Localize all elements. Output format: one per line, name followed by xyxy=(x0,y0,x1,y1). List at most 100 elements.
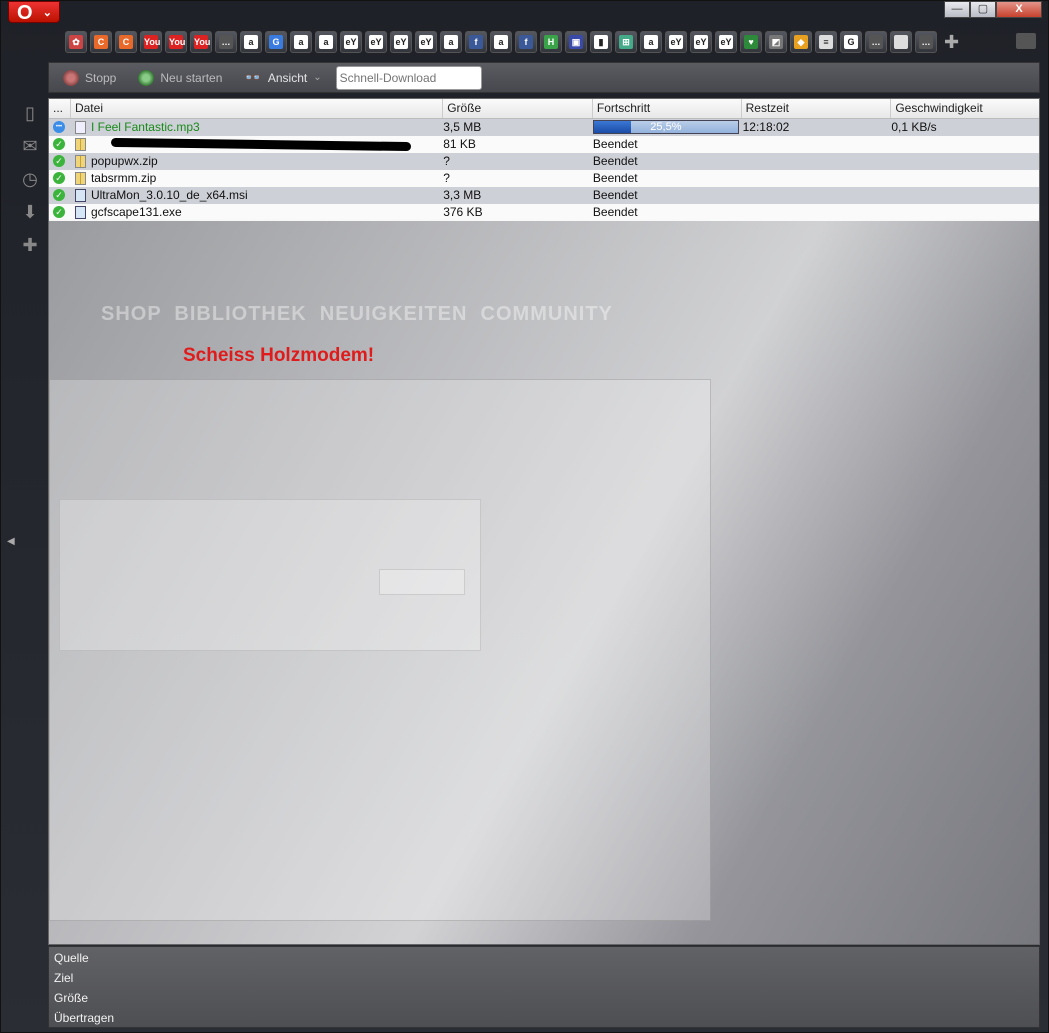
g-icon[interactable]: G xyxy=(265,31,287,53)
details-source: Quelle xyxy=(54,951,89,965)
add-bookmark-icon[interactable]: ✚ xyxy=(944,31,959,55)
amazon-icon-3[interactable]: a xyxy=(315,31,337,53)
size-cell: ? xyxy=(443,154,450,168)
download-row[interactable]: ✓ tabsrmm.zip? Beendet xyxy=(49,170,1039,187)
chevron-down-icon: ⌄ xyxy=(42,7,52,19)
done-check-icon: ✓ xyxy=(53,189,65,201)
stripes-icon[interactable]: ≡ xyxy=(815,31,837,53)
bookmark-glyph: a xyxy=(294,35,308,49)
bookmark-glyph: ▮ xyxy=(594,35,608,49)
ebay-icon-7[interactable]: eY xyxy=(715,31,737,53)
opera-menu-button[interactable]: O ⌄ xyxy=(8,1,60,24)
stop-label: Stopp xyxy=(85,70,117,85)
col-header-progress[interactable]: Fortschritt xyxy=(593,99,742,118)
more-icon-2[interactable]: … xyxy=(865,31,887,53)
opera-logo: O xyxy=(17,2,33,24)
amazon-icon-1[interactable]: a xyxy=(240,31,262,53)
download-row[interactable]: ✓ 81 KB Beendet xyxy=(49,136,1039,153)
bookmarks-bar: ✿ C C You You You… a Ga a eY eY eY eY a f a f H ▣ ▮ ⊞ a eY eY eY… xyxy=(65,31,959,55)
gradient-icon[interactable]: ◩ xyxy=(765,31,787,53)
zip-file-icon xyxy=(74,138,86,152)
progress-cell: Beendet xyxy=(592,205,638,219)
c-icon-1[interactable]: C xyxy=(90,31,112,53)
bookmark-glyph: a xyxy=(644,35,658,49)
progress-cell: Beendet xyxy=(592,171,638,185)
col-header-speed[interactable]: Geschwindigkeit xyxy=(891,99,1039,118)
file-name: gcfscape131.exe xyxy=(90,205,182,219)
flower-icon[interactable]: ✿ xyxy=(65,31,87,53)
more-icon-1[interactable]: … xyxy=(215,31,237,53)
ebay-icon-5[interactable]: eY xyxy=(665,31,687,53)
remaining-cell xyxy=(741,136,890,153)
bookmarks-panel-icon[interactable]: ▯ xyxy=(19,102,41,124)
col-header-more[interactable]: ... xyxy=(49,99,71,118)
col-header-remaining[interactable]: Restzeit xyxy=(742,99,892,118)
windows-icon[interactable]: ⊞ xyxy=(615,31,637,53)
window-icon[interactable]: ▣ xyxy=(565,31,587,53)
download-row[interactable]: ✓ UltraMon_3.0.10_de_x64.msi 3,3 MB Beendet xyxy=(49,187,1039,204)
downloading-icon: ••• xyxy=(53,121,65,133)
shield-icon[interactable]: ♥ xyxy=(740,31,762,53)
status-cell: ✓ xyxy=(49,153,71,170)
file-cell: UltraMon_3.0.10_de_x64.msi xyxy=(71,187,441,204)
file-cell: I Feel Fantastic.mp3 xyxy=(71,119,441,136)
view-dropdown[interactable]: 👓 Ansicht ⌄ xyxy=(236,69,329,86)
mail-panel-icon[interactable]: ✉ xyxy=(19,135,41,157)
collapse-arrow-icon[interactable]: ◀ xyxy=(7,536,15,547)
binoculars-icon: 👓 xyxy=(244,69,262,85)
downloads-panel-icon[interactable]: ⬇ xyxy=(19,201,41,223)
bookmark-glyph: G xyxy=(269,35,283,49)
annotation-text: Scheiss Holzmodem! xyxy=(183,345,375,366)
bookmark-glyph: ≡ xyxy=(819,35,833,49)
youtube-icon-2[interactable]: You xyxy=(165,31,187,53)
panel-toggle-icon[interactable] xyxy=(1016,33,1036,49)
download-row[interactable]: ✓ gcfscape131.exe 376 KB Beendet xyxy=(49,204,1039,221)
ebay-icon-2[interactable]: eY xyxy=(365,31,387,53)
bookmark-glyph: You xyxy=(169,35,186,49)
download-row[interactable]: ••• I Feel Fantastic.mp3 3,5 MB 25,5% 12:18:… xyxy=(49,119,1039,136)
youtube-icon-3[interactable]: You xyxy=(190,31,212,53)
bookmark-glyph: ◆ xyxy=(794,35,808,49)
close-button[interactable]: X xyxy=(996,1,1042,18)
bookmark-glyph: eY xyxy=(394,35,408,49)
blank-icon[interactable] xyxy=(890,31,912,53)
facebook-icon-1[interactable]: f xyxy=(465,31,487,53)
h-icon[interactable]: H xyxy=(540,31,562,53)
restart-button[interactable]: Neu starten xyxy=(130,69,230,86)
download-row[interactable]: ✓ popupwx.zip? Beendet xyxy=(49,153,1039,170)
ebay-icon-4[interactable]: eY xyxy=(415,31,437,53)
quick-download-input[interactable] xyxy=(335,65,482,90)
maximize-button[interactable]: ▢ xyxy=(970,1,996,18)
status-cell: ✓ xyxy=(49,136,71,153)
bookmark-glyph: You xyxy=(144,35,161,49)
add-panel-icon[interactable]: ✚ xyxy=(19,234,41,256)
bookmark-glyph: f xyxy=(519,35,533,49)
col-header-size[interactable]: Größe xyxy=(443,99,593,118)
ebay-icon-1[interactable]: eY xyxy=(340,31,362,53)
amazon-icon-2[interactable]: a xyxy=(290,31,312,53)
history-panel-icon[interactable]: ◷ xyxy=(19,168,41,190)
bookmark-glyph: ▣ xyxy=(569,35,583,49)
c-icon-2[interactable]: C xyxy=(115,31,137,53)
google-icon[interactable]: G xyxy=(840,31,862,53)
ebay-icon-6[interactable]: eY xyxy=(690,31,712,53)
col-header-file[interactable]: Datei xyxy=(71,99,444,118)
tag-icon[interactable]: ◆ xyxy=(790,31,812,53)
file-cell: tabsrmm.zip xyxy=(71,170,441,187)
minimize-button[interactable]: — xyxy=(944,1,970,18)
flag-icon[interactable]: ▮ xyxy=(590,31,612,53)
amazon-icon-6[interactable]: a xyxy=(640,31,662,53)
bookmark-glyph: eY xyxy=(719,35,733,49)
amazon-icon-5[interactable]: a xyxy=(490,31,512,53)
bookmark-glyph: a xyxy=(494,35,508,49)
facebook-icon-2[interactable]: f xyxy=(515,31,537,53)
more-icon-3[interactable]: … xyxy=(915,31,937,53)
stop-button[interactable]: Stopp xyxy=(55,69,124,86)
done-check-icon: ✓ xyxy=(53,172,65,184)
amazon-icon-4[interactable]: a xyxy=(440,31,462,53)
youtube-icon-1[interactable]: You xyxy=(140,31,162,53)
view-label: Ansicht xyxy=(267,70,308,85)
speed-cell xyxy=(889,204,1039,221)
ebay-icon-3[interactable]: eY xyxy=(390,31,412,53)
mp3-file-icon xyxy=(74,121,86,135)
